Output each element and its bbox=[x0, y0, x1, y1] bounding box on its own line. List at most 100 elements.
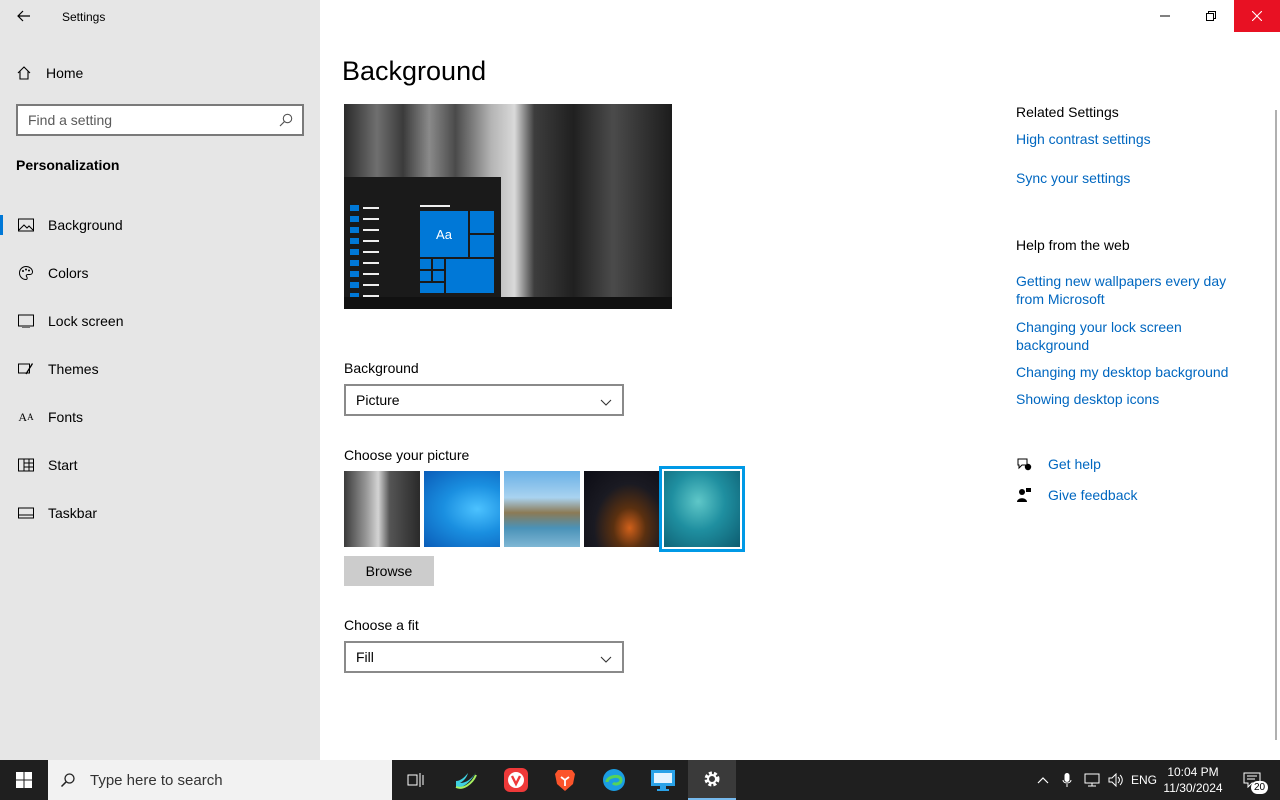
home-nav-item[interactable]: Home bbox=[16, 62, 83, 84]
background-type-dropdown[interactable]: Picture bbox=[344, 384, 624, 416]
back-arrow-icon bbox=[17, 10, 30, 22]
close-button[interactable] bbox=[1234, 0, 1280, 32]
start-menu-list-preview bbox=[350, 205, 379, 304]
sync-settings-link[interactable]: Sync your settings bbox=[1016, 169, 1246, 187]
get-help-link[interactable]: Get help bbox=[1048, 456, 1101, 472]
picture-thumbnail-rock[interactable] bbox=[344, 471, 420, 547]
remote-desktop-icon bbox=[651, 770, 675, 791]
section-title: Personalization bbox=[16, 157, 120, 173]
gear-icon bbox=[704, 771, 720, 787]
palette-icon bbox=[18, 265, 34, 281]
high-contrast-settings-link[interactable]: High contrast settings bbox=[1016, 130, 1246, 148]
choose-fit-label: Choose a fit bbox=[344, 617, 419, 633]
related-settings-heading: Related Settings bbox=[1016, 104, 1119, 120]
notification-count-badge: 20 bbox=[1251, 781, 1269, 794]
chevron-down-icon bbox=[600, 651, 612, 667]
give-feedback-link[interactable]: Give feedback bbox=[1048, 487, 1138, 503]
desktop-background-help-link[interactable]: Changing my desktop background bbox=[1016, 363, 1246, 381]
action-center-button[interactable]: 20 bbox=[1234, 760, 1270, 800]
give-feedback-row[interactable]: Give feedback bbox=[1016, 487, 1138, 503]
help-from-web-heading: Help from the web bbox=[1016, 237, 1130, 253]
background-type-value: Picture bbox=[356, 392, 400, 408]
start-tiles-preview: Aa bbox=[420, 207, 494, 297]
network-icon bbox=[1084, 773, 1100, 787]
picture-thumbnail-underwater-selected[interactable] bbox=[659, 466, 745, 552]
taskbar-app-vivaldi[interactable] bbox=[492, 760, 540, 800]
background-type-label: Background bbox=[344, 360, 419, 376]
minimize-button[interactable] bbox=[1142, 0, 1188, 32]
taskbar-preview bbox=[344, 297, 672, 309]
start-icon bbox=[18, 457, 34, 473]
swift-app-icon bbox=[455, 772, 477, 789]
taskbar-icon bbox=[18, 505, 34, 521]
chevron-up-icon bbox=[1037, 777, 1049, 784]
sidebar: Settings Home Personalization Background… bbox=[0, 0, 320, 760]
search-icon[interactable] bbox=[278, 112, 294, 133]
sidebar-item-taskbar[interactable]: Taskbar bbox=[0, 493, 320, 533]
start-menu-preview: Aa bbox=[344, 177, 501, 309]
chevron-down-icon bbox=[600, 394, 612, 410]
taskbar-app-swift[interactable] bbox=[442, 760, 490, 800]
choose-fit-dropdown[interactable]: Fill bbox=[344, 641, 624, 673]
lock-screen-icon bbox=[18, 313, 34, 329]
volume-tray-button[interactable] bbox=[1106, 760, 1126, 800]
taskbar-app-edge[interactable] bbox=[590, 760, 638, 800]
clock-time: 10:04 PM bbox=[1167, 765, 1219, 779]
sidebar-item-label: Colors bbox=[48, 265, 89, 281]
sidebar-item-themes[interactable]: Themes bbox=[0, 349, 320, 389]
taskbar-app-remote-desktop[interactable] bbox=[639, 760, 687, 800]
edge-icon bbox=[603, 769, 625, 791]
get-help-row[interactable]: Get help bbox=[1016, 456, 1101, 472]
brush-icon bbox=[18, 361, 34, 377]
sidebar-item-background[interactable]: Background bbox=[0, 205, 320, 245]
feedback-icon bbox=[1017, 488, 1031, 502]
sidebar-item-fonts[interactable]: AA Fonts bbox=[0, 397, 320, 437]
picture-thumbnail-night-sky[interactable] bbox=[584, 471, 660, 547]
back-button[interactable] bbox=[10, 4, 38, 28]
show-hidden-icons-button[interactable] bbox=[1034, 760, 1052, 800]
task-view-icon bbox=[407, 773, 424, 787]
close-icon bbox=[1252, 11, 1262, 21]
choose-picture-label: Choose your picture bbox=[344, 447, 470, 463]
taskbar-app-settings[interactable] bbox=[688, 760, 736, 800]
windows-logo-icon bbox=[16, 772, 32, 788]
desktop-icons-help-link[interactable]: Showing desktop icons bbox=[1016, 390, 1246, 408]
home-icon bbox=[17, 66, 31, 80]
picture-thumbnail-windows-blue[interactable] bbox=[424, 471, 500, 547]
taskbar-search-box[interactable]: Type here to search bbox=[48, 760, 392, 800]
search-icon bbox=[60, 773, 75, 788]
taskbar-app-brave[interactable] bbox=[541, 760, 589, 800]
restore-button[interactable] bbox=[1188, 0, 1234, 32]
taskbar-clock[interactable]: 10:04 PM 11/30/2024 bbox=[1160, 764, 1226, 796]
settings-search-box[interactable] bbox=[16, 104, 304, 136]
desktop-preview: Aa bbox=[344, 104, 672, 309]
restore-icon bbox=[1206, 11, 1216, 21]
task-view-button[interactable] bbox=[392, 760, 440, 800]
sidebar-item-label: Background bbox=[48, 217, 123, 233]
taskbar-search-placeholder: Type here to search bbox=[90, 771, 223, 789]
page-title: Background bbox=[342, 56, 487, 86]
picture-icon bbox=[18, 217, 34, 233]
sidebar-item-label: Themes bbox=[48, 361, 99, 377]
volume-icon bbox=[1108, 773, 1123, 787]
lock-screen-help-link[interactable]: Changing your lock screen background bbox=[1016, 318, 1246, 354]
home-label: Home bbox=[46, 65, 84, 81]
sidebar-item-label: Lock screen bbox=[48, 313, 124, 329]
sidebar-item-start[interactable]: Start bbox=[0, 445, 320, 485]
minimize-icon bbox=[1160, 15, 1170, 17]
preview-tile-text: Aa bbox=[420, 211, 468, 257]
browse-button[interactable]: Browse bbox=[344, 556, 434, 586]
scrollbar[interactable] bbox=[1275, 110, 1277, 740]
network-tray-button[interactable] bbox=[1082, 760, 1102, 800]
picture-thumbnail-beach[interactable] bbox=[504, 471, 580, 547]
microphone-tray-button[interactable] bbox=[1058, 760, 1076, 800]
start-button[interactable] bbox=[0, 760, 48, 800]
windows-taskbar: Type here to search ENG 10:04 PM 11/30/2… bbox=[0, 760, 1280, 800]
wallpapers-help-link[interactable]: Getting new wallpapers every day from Mi… bbox=[1016, 272, 1246, 308]
sidebar-item-colors[interactable]: Colors bbox=[0, 253, 320, 293]
app-title: Settings bbox=[62, 10, 106, 24]
sidebar-item-label: Taskbar bbox=[48, 505, 98, 521]
language-indicator[interactable]: ENG bbox=[1128, 760, 1160, 800]
sidebar-item-lock-screen[interactable]: Lock screen bbox=[0, 301, 320, 341]
settings-search-input[interactable] bbox=[28, 112, 268, 128]
